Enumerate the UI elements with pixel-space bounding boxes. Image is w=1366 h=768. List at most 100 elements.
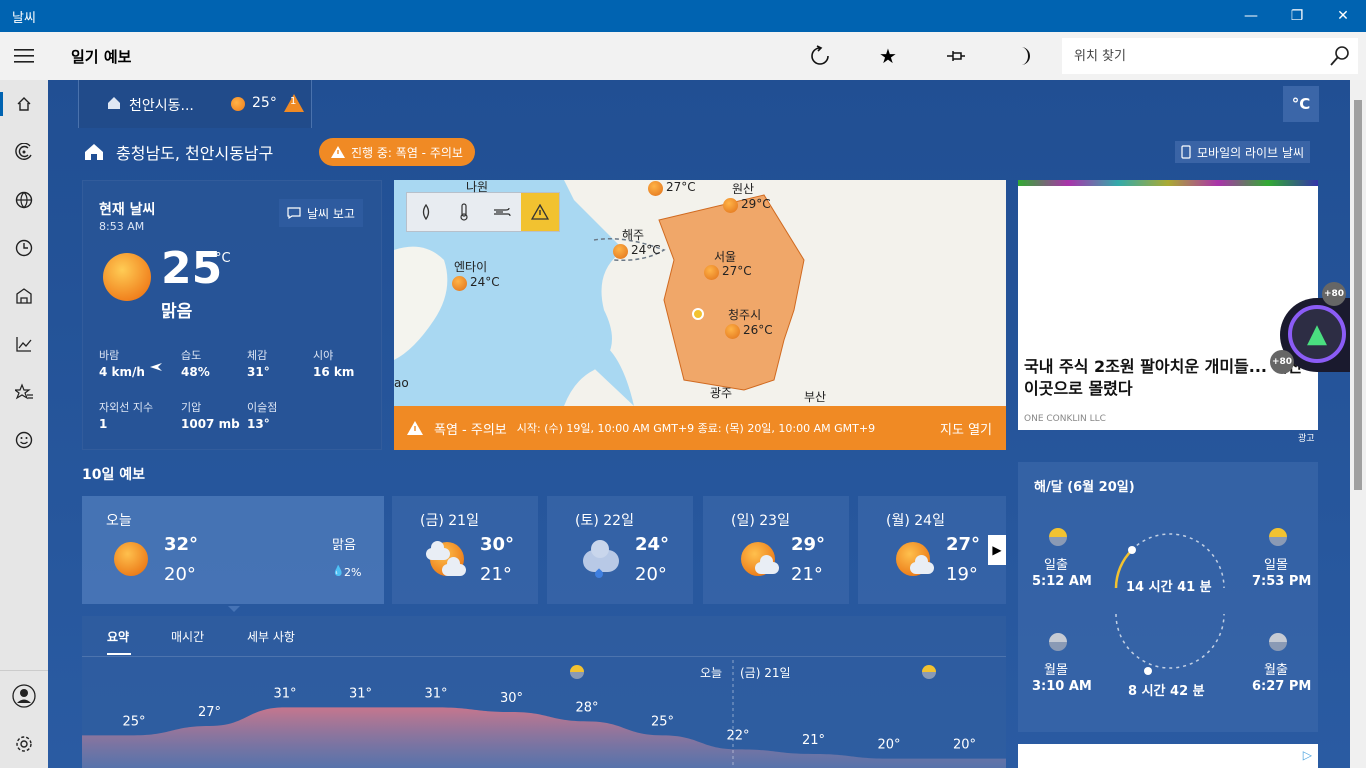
theme-button[interactable] xyxy=(1010,42,1038,70)
sun-icon xyxy=(648,181,663,196)
pin-button[interactable] xyxy=(942,42,970,70)
map-city-label: 청주시 xyxy=(728,308,762,322)
chevron-right-icon: ▶ xyxy=(992,543,1002,557)
map-city-temp: 24°C xyxy=(470,275,500,289)
home-icon xyxy=(17,97,31,111)
promo-badge: +80 xyxy=(1270,350,1294,374)
precipitation-layer-button[interactable] xyxy=(407,193,445,231)
metric-pressure: 기압 1007 mb xyxy=(181,401,240,431)
home-icon xyxy=(108,97,120,109)
moon-position-marker xyxy=(1144,667,1152,675)
metric-feels-like: 체감 31° xyxy=(247,349,270,379)
alerts-layer-button[interactable] xyxy=(521,193,559,231)
maximize-button[interactable]: ❐ xyxy=(1274,0,1320,32)
forecast-day[interactable]: (금) 21일 30° 21° xyxy=(392,496,538,604)
map-city-temp: 29°C xyxy=(741,197,771,211)
search-icon[interactable] xyxy=(1328,44,1352,68)
current-condition: 맑음 xyxy=(161,302,193,322)
home-icon xyxy=(85,144,103,160)
nav-account[interactable] xyxy=(0,672,48,720)
cloud-icon xyxy=(755,555,779,574)
alert-banner[interactable]: 폭염 - 주의보 시작: (수) 19일, 10:00 AM GMT+9 종료:… xyxy=(394,406,1006,450)
current-heading: 현재 날씨 xyxy=(99,202,156,218)
refresh-button[interactable] xyxy=(806,42,834,70)
temperature-label: 30° xyxy=(500,691,523,706)
unit-toggle[interactable]: °C xyxy=(1283,86,1319,122)
map-layer-tools xyxy=(406,192,560,232)
moon-icon xyxy=(1021,47,1030,65)
map-city-temp: 27°C xyxy=(666,180,696,194)
menu-button[interactable] xyxy=(0,32,48,80)
phone-icon xyxy=(1181,145,1191,159)
cloud-icon xyxy=(910,555,934,574)
temperature-label: 31° xyxy=(424,686,447,701)
map-city-label: ao xyxy=(394,376,409,390)
wind-layer-button[interactable] xyxy=(483,193,521,231)
ad-choices-icon[interactable]: ▷ xyxy=(1303,748,1312,762)
radar-icon xyxy=(15,143,32,160)
location-tab-name: 천안시동... xyxy=(129,98,194,114)
temperature-chart: 25° 27° 31° 31° 31° 30° 28° 25° 22° 21° 20° 20° xyxy=(82,660,1006,768)
forecast-next-button[interactable]: ▶ xyxy=(988,535,1006,565)
forecast-day-today[interactable]: 오늘 32° 20° 맑음 💧 2% xyxy=(82,496,384,604)
temperature-label: 21° xyxy=(802,733,825,748)
nav-trends[interactable] xyxy=(0,320,48,368)
moonset-label: 월몰 xyxy=(1044,663,1068,678)
temperature-layer-button[interactable] xyxy=(445,193,483,231)
bottom-ad[interactable]: ▷ xyxy=(1018,744,1318,768)
weather-map[interactable]: 나원 27°C 원산 29°C 해주 24°C 엔타이 24°C 서울 27°C… xyxy=(394,180,1006,450)
location-strip: 천안시동... 25° 1 °C xyxy=(78,80,1319,128)
map-city-temp: 24°C xyxy=(631,243,661,257)
close-button[interactable]: ✕ xyxy=(1320,0,1366,32)
forecast-day[interactable]: (토) 22일 24° 20° xyxy=(547,496,693,604)
temperature-label: 31° xyxy=(273,686,296,701)
forecast-day[interactable]: (일) 23일 29° 21° xyxy=(703,496,849,604)
app-title: 날씨 xyxy=(12,11,36,26)
moonrise-label: 월출 xyxy=(1264,663,1288,678)
hamburger-icon xyxy=(14,49,34,63)
globe-icon xyxy=(15,191,33,209)
tree-icon: ▲ xyxy=(1288,305,1346,363)
sun-icon xyxy=(231,97,245,111)
sun-icon xyxy=(114,542,148,576)
nav-favorites[interactable] xyxy=(0,368,48,416)
command-bar: 일기 예보 ★ xyxy=(0,32,1366,80)
forecast-day[interactable]: (월) 24일 27° 19° xyxy=(858,496,1006,604)
sun-position-marker xyxy=(1128,546,1136,554)
favorite-button[interactable]: ★ xyxy=(874,42,902,70)
mobile-live-button[interactable]: 모바일의 라이브 날씨 xyxy=(1175,141,1310,163)
nav-world[interactable] xyxy=(0,176,48,224)
location-tab[interactable]: 천안시동... 25° 1 xyxy=(78,80,312,128)
minimize-button[interactable]: — xyxy=(1228,0,1274,32)
alert-pill[interactable]: 진행 중: 폭염 - 주의보 xyxy=(319,138,475,166)
thermometer-icon xyxy=(460,203,468,221)
metric-wind: 바람 4 km/h xyxy=(99,349,145,379)
refresh-icon xyxy=(811,45,829,65)
scrollbar[interactable] xyxy=(1350,80,1366,768)
nav-feedback[interactable] xyxy=(0,416,48,464)
drop-icon xyxy=(422,204,430,220)
wind-direction-icon xyxy=(150,363,162,371)
mobile-live-label: 모바일의 라이브 날씨 xyxy=(1197,145,1304,160)
sun-icon xyxy=(725,324,740,339)
nav-forecast[interactable] xyxy=(0,80,48,128)
search-input[interactable] xyxy=(1062,38,1322,74)
nav-history[interactable] xyxy=(0,224,48,272)
nav-places[interactable] xyxy=(0,272,48,320)
open-map-link[interactable]: 지도 열기 xyxy=(940,419,992,438)
drop-icon: 💧 xyxy=(332,566,345,577)
page-title: 일기 예보 xyxy=(71,48,132,66)
promo-widget[interactable]: ▲ +80 +80 xyxy=(1270,282,1350,374)
temperature-label: 20° xyxy=(953,738,976,753)
comment-icon xyxy=(287,207,301,219)
nav-settings[interactable] xyxy=(0,720,48,768)
ad-card[interactable]: 국내 주식 2조원 팔아치운 개미들... 대신 이곳으로 몰렸다 ONE CO… xyxy=(1018,180,1318,430)
alert-banner-detail: 시작: (수) 19일, 10:00 AM GMT+9 종료: (목) 20일,… xyxy=(516,422,876,435)
daylight-duration: 14 시간 41 분 xyxy=(1126,580,1212,595)
avatar-icon xyxy=(12,684,36,708)
nav-radar[interactable] xyxy=(0,128,48,176)
ad-image xyxy=(1018,180,1318,186)
warning-icon xyxy=(331,146,345,158)
scrollbar-thumb[interactable] xyxy=(1354,100,1362,490)
weather-report-button[interactable]: 날씨 보고 xyxy=(279,199,363,227)
